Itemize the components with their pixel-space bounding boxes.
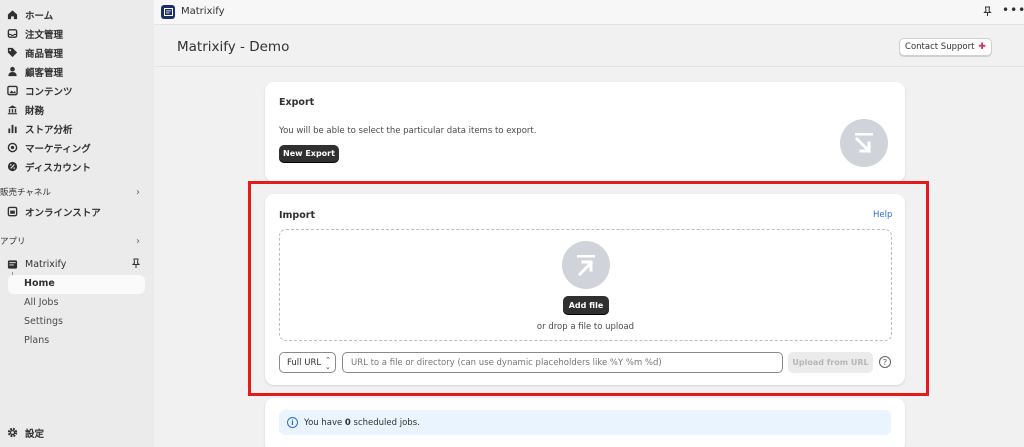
page-title: Matrixify - Demo [177,39,290,55]
discount-icon [6,161,18,173]
matrixify-app-icon [6,259,18,271]
sidebar-item-label: 設定 [25,428,45,440]
new-export-button[interactable]: New Export [279,145,339,162]
sidebar-item-label: 商品管理 [25,48,64,60]
contact-support-button[interactable]: Contact Support ✚ [899,38,992,56]
apps-section[interactable]: アプリ › [0,233,150,249]
divider [154,66,1024,67]
sidebar-item-home[interactable]: ホーム [0,5,150,24]
sidebar-subitem-label: Plans [24,334,50,346]
inbox-icon [6,28,18,40]
export-icon [840,119,888,167]
pin-icon[interactable] [983,6,992,20]
more-actions-icon[interactable]: ••• [1002,3,1024,17]
sidebar-item-finance[interactable]: 財務 [0,100,150,119]
sidebar-item-label: マーケティング [25,143,91,155]
highlight-annotation [248,181,929,396]
sidebar-item-analytics[interactable]: ストア分析 [0,119,150,138]
home-icon [6,9,18,21]
sidebar-subitem-label: Home [24,278,55,289]
contact-support-label: Contact Support [905,42,975,52]
apps-label: アプリ [0,237,26,247]
store-icon [6,206,18,218]
sidebar-item-marketing[interactable]: マーケティング [0,138,150,157]
sidebar-item-discounts[interactable]: ディスカウント [0,157,150,176]
sidebar-subitem-label: All Jobs [24,296,59,308]
sidebar-item-label: コンテンツ [25,86,73,98]
sidebar-item-customers[interactable]: 顧客管理 [0,62,150,81]
export-description: You will be able to select the particula… [279,126,537,136]
sidebar-subitem-plans[interactable]: Plans [24,331,49,349]
sidebar-item-label: ディスカウント [25,162,91,174]
sidebar-item-orders[interactable]: 注文管理 [0,24,150,43]
sidebar-item-label: オンラインストア [25,207,101,219]
sidebar: ホーム 注文管理 商品管理 顧客管理 コンテンツ 財務 ストア分析 マーケティン… [0,0,154,447]
target-icon [6,142,18,154]
sidebar-item-label: 顧客管理 [25,67,64,79]
info-icon: i [287,417,298,428]
bar-chart-icon [6,123,18,135]
sidebar-item-label: ストア分析 [25,124,73,136]
sidebar-item-label: Matrixify [25,259,67,270]
pin-icon[interactable] [131,258,141,272]
sidebar-subitem-label: Settings [24,315,63,327]
bank-icon [6,104,18,116]
export-title: Export [279,97,315,108]
image-icon [6,85,18,97]
chevron-right-icon: › [136,186,140,198]
gear-icon [6,427,18,439]
matrixify-app-icon [161,5,175,19]
sidebar-item-label: 財務 [25,105,45,117]
sidebar-item-products[interactable]: 商品管理 [0,43,150,62]
sidebar-subitem-home[interactable]: Home [8,275,145,294]
jobs-count: 0 [344,417,351,428]
support-plus-icon: ✚ [978,42,986,52]
person-icon [6,66,18,78]
sidebar-item-settings[interactable]: 設定 [0,423,150,442]
sidebar-subitem-settings[interactable]: Settings [24,312,63,330]
jobs-prefix: You have [304,417,343,428]
export-card: Export You will be able to select the pa… [265,82,905,182]
sidebar-item-online-store[interactable]: オンラインストア [0,202,150,221]
scheduled-jobs-card: i You have 0 scheduled jobs. [265,398,905,447]
scheduled-jobs-banner: i You have 0 scheduled jobs. [279,410,891,435]
app-topbar: Matrixify ••• [154,0,1024,25]
sidebar-item-label: 注文管理 [25,29,64,41]
sidebar-item-matrixify[interactable]: Matrixify [0,255,150,274]
sidebar-item-content[interactable]: コンテンツ [0,81,150,100]
sidebar-item-label: ホーム [25,10,54,22]
jobs-suffix: scheduled jobs. [353,417,420,428]
sales-channels-label: 販売チャネル [0,188,51,198]
chevron-right-icon: › [136,235,140,247]
app-title: Matrixify [181,6,225,17]
tag-icon [6,47,18,59]
sidebar-subitem-all-jobs[interactable]: All Jobs [24,293,58,311]
scheduled-jobs-text: You have 0 scheduled jobs. [304,418,420,428]
sales-channels-section[interactable]: 販売チャネル › [0,184,150,200]
